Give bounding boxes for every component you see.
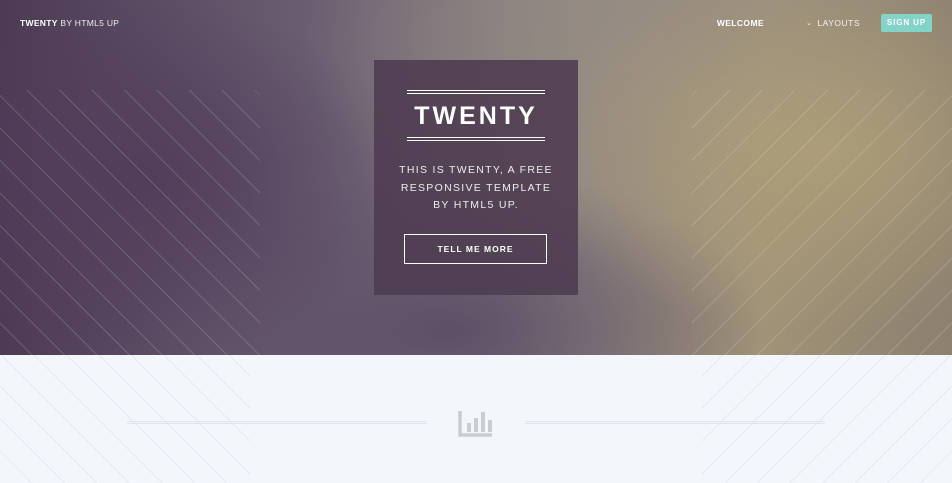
- hero-tagline: THIS IS TWENTY, A FREE RESPONSIVE TEMPLA…: [399, 164, 553, 211]
- nav-item-layouts[interactable]: ⌄ LAYOUTS: [806, 18, 860, 28]
- lower-diagonal-pattern-right: [702, 355, 952, 483]
- chevron-down-icon: ⌄: [806, 20, 813, 27]
- brand-name: TWENTY: [20, 18, 58, 28]
- hero-title: TWENTY: [414, 102, 538, 130]
- title-rule-top-2: [407, 93, 545, 94]
- hero-card: TWENTY THIS IS TWENTY, A FREE RESPONSIVE…: [374, 60, 578, 295]
- title-rule-bottom-1: [407, 137, 545, 138]
- signup-button[interactable]: SIGN UP: [881, 14, 932, 32]
- brand-byline: BY HTML5 UP: [60, 18, 120, 28]
- section-divider-right: [525, 421, 825, 424]
- brand-logo[interactable]: TWENTY BY HTML5 UP: [20, 18, 119, 28]
- features-section: [0, 355, 952, 483]
- hero-title-block: TWENTY: [407, 90, 545, 142]
- nav-item-layouts-label: LAYOUTS: [817, 18, 860, 28]
- hero-banner: TWENTY BY HTML5 UP WELCOME ⌄ LAYOUTS SIGN…: [0, 0, 952, 355]
- tell-me-more-button[interactable]: TELL ME MORE: [404, 234, 547, 264]
- hero-diagonal-pattern-right: [692, 90, 952, 355]
- nav-item-welcome[interactable]: WELCOME: [717, 18, 764, 28]
- hero-diagonal-pattern-left: [0, 90, 260, 355]
- bar-chart-icon: [458, 411, 492, 437]
- title-rule-top-1: [407, 90, 545, 91]
- site-header: TWENTY BY HTML5 UP WELCOME ⌄ LAYOUTS SIGN…: [0, 0, 952, 46]
- title-rule-bottom-2: [407, 140, 545, 141]
- section-divider-left: [127, 421, 427, 424]
- lower-diagonal-pattern-left: [0, 355, 250, 483]
